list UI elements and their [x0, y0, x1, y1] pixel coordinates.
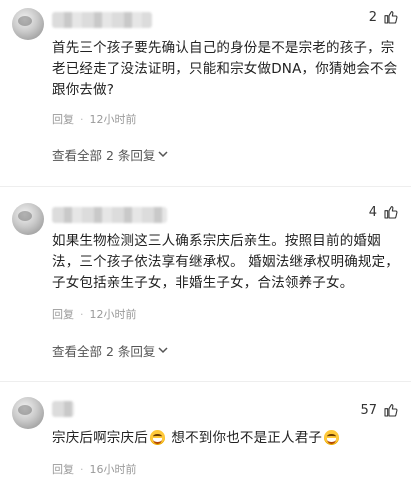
avatar[interactable] [12, 397, 44, 429]
username-redacted[interactable] [52, 12, 152, 28]
thumbs-up-icon[interactable] [383, 9, 399, 25]
divider [0, 186, 411, 187]
view-replies-link[interactable]: 查看全部 2 条回复 [52, 341, 168, 360]
comment-meta: 回复 · 12小时前 [52, 306, 137, 322]
comment-meta: 回复 · 16小时前 [52, 461, 137, 477]
reply-link[interactable]: 回复 [52, 111, 74, 127]
meta-separator: · [80, 462, 84, 476]
timestamp: 12小时前 [89, 113, 137, 126]
comment-text: 如果生物检测这三人确系宗庆后亲生。按照目前的婚姻法，三个孩子依法享有继承权。 婚… [52, 233, 399, 291]
divider [0, 381, 411, 382]
comment-text-part-2: 想不到你也不是正人君子 [166, 430, 323, 446]
like-count: 57 [360, 402, 377, 418]
comment-text: 宗庆后啊宗庆后 想不到你也不是正人君子 [52, 428, 402, 449]
grinning-face-emoji [149, 430, 165, 445]
reply-link[interactable]: 回复 [52, 461, 74, 477]
username-redacted[interactable] [52, 401, 74, 417]
like-button[interactable]: 2 [369, 9, 399, 25]
timestamp: 12小时前 [89, 308, 137, 321]
comment-meta: 回复 · 12小时前 [52, 111, 137, 127]
like-count: 2 [368, 9, 377, 25]
chevron-down-icon [158, 150, 168, 161]
chevron-down-icon [158, 346, 168, 357]
grinning-face-emoji [324, 430, 340, 445]
meta-separator: · [80, 112, 84, 126]
username-redacted[interactable] [52, 207, 167, 223]
thumbs-up-icon[interactable] [383, 402, 399, 418]
avatar[interactable] [12, 203, 44, 235]
like-button[interactable]: 57 [360, 402, 399, 418]
view-replies-label: 查看全部 2 条回复 [52, 344, 156, 359]
like-count: 4 [368, 204, 377, 220]
view-replies-link[interactable]: 查看全部 2 条回复 [52, 145, 168, 164]
reply-link[interactable]: 回复 [52, 306, 74, 322]
comment-text-part-1: 宗庆后啊宗庆后 [52, 430, 148, 446]
timestamp: 16小时前 [89, 463, 137, 476]
comment-text: 首先三个孩子要先确认自己的身份是不是宗老的孩子，宗老已经走了没法证明，只能和宗女… [52, 40, 398, 98]
view-replies-label: 查看全部 2 条回复 [52, 148, 156, 163]
like-button[interactable]: 4 [369, 204, 399, 220]
avatar[interactable] [12, 8, 44, 40]
meta-separator: · [80, 307, 84, 321]
thumbs-up-icon[interactable] [383, 204, 399, 220]
